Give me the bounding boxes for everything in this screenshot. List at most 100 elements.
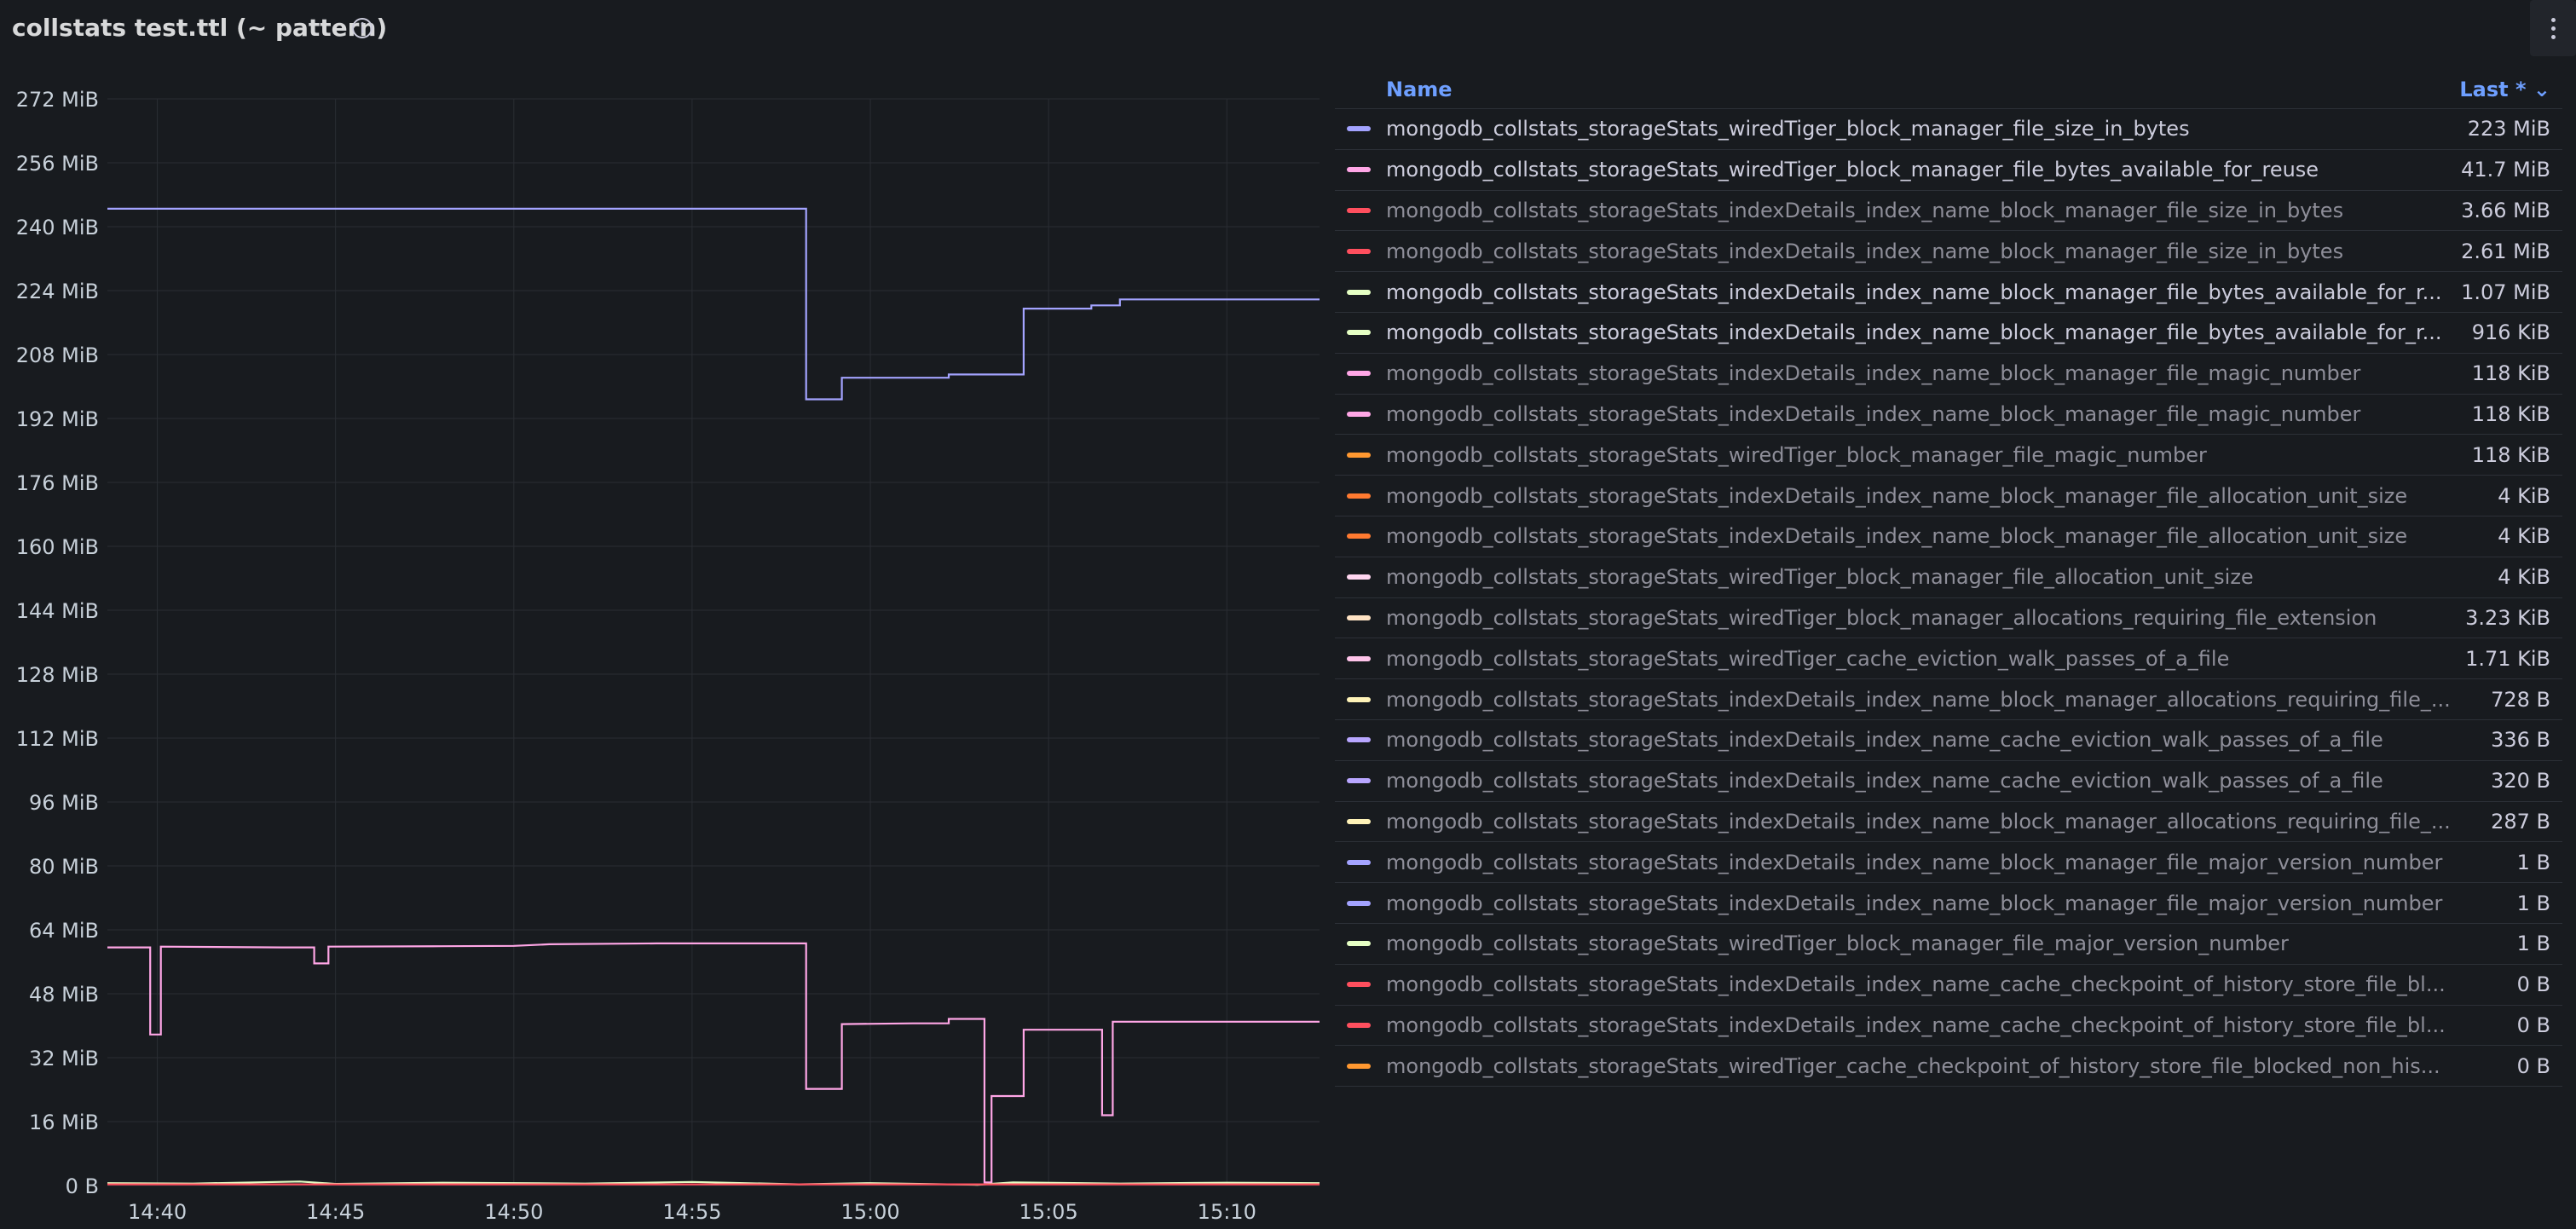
series-color-swatch[interactable] (1347, 778, 1371, 784)
legend-row[interactable]: mongodb_collstats_storageStats_wiredTige… (1335, 598, 2562, 639)
legend-series-name[interactable]: mongodb_collstats_storageStats_indexDeta… (1386, 402, 2469, 426)
legend-series-name[interactable]: mongodb_collstats_storageStats_indexDeta… (1386, 484, 2469, 508)
legend-series-name[interactable]: mongodb_collstats_storageStats_indexDeta… (1386, 280, 2469, 304)
series-color-swatch[interactable] (1347, 1022, 1371, 1028)
legend-series-name[interactable]: mongodb_collstats_storageStats_indexDeta… (1386, 320, 2469, 344)
series-color-swatch[interactable] (1347, 1063, 1371, 1069)
panel-menu-button[interactable] (2530, 0, 2576, 56)
legend-row[interactable]: mongodb_collstats_storageStats_indexDeta… (1335, 272, 2562, 313)
legend-row[interactable]: mongodb_collstats_storageStats_indexDeta… (1335, 313, 2562, 354)
legend-row[interactable]: mongodb_collstats_storageStats_indexDeta… (1335, 1006, 2562, 1047)
legend-last-value: 4 KiB (2498, 565, 2550, 590)
panel-title[interactable]: collstats test.ttl (~ pattern) (12, 10, 387, 46)
legend-series-name[interactable]: mongodb_collstats_storageStats_wiredTige… (1386, 443, 2469, 467)
legend-series-name[interactable]: mongodb_collstats_storageStats_wiredTige… (1386, 565, 2469, 589)
series-color-swatch[interactable] (1347, 493, 1371, 499)
series-color-swatch[interactable] (1347, 900, 1371, 906)
series-color-swatch[interactable] (1347, 574, 1371, 580)
legend-row[interactable]: mongodb_collstats_storageStats_wiredTige… (1335, 557, 2562, 598)
legend-series-name[interactable]: mongodb_collstats_storageStats_indexDeta… (1386, 239, 2469, 263)
legend-series-name[interactable]: mongodb_collstats_storageStats_indexDeta… (1386, 688, 2469, 712)
legend-row[interactable]: mongodb_collstats_storageStats_indexDeta… (1335, 679, 2562, 720)
legend-header-last-sort[interactable]: Last * ⌄ (2459, 78, 2550, 101)
legend-series-name[interactable]: mongodb_collstats_storageStats_wiredTige… (1386, 158, 2469, 182)
series-color-swatch[interactable] (1347, 411, 1371, 417)
legend-series-name[interactable]: mongodb_collstats_storageStats_wiredTige… (1386, 606, 2469, 630)
y-tick-label: 0 B (66, 1174, 99, 1198)
series-color-swatch[interactable] (1347, 207, 1371, 213)
legend-series-name[interactable]: mongodb_collstats_storageStats_indexDeta… (1386, 728, 2469, 752)
legend-series-name[interactable]: mongodb_collstats_storageStats_indexDeta… (1386, 972, 2469, 996)
legend-series-name[interactable]: mongodb_collstats_storageStats_wiredTige… (1386, 647, 2469, 671)
legend-row[interactable]: mongodb_collstats_storageStats_wiredTige… (1335, 109, 2562, 150)
legend-series-name[interactable]: mongodb_collstats_storageStats_indexDeta… (1386, 810, 2469, 834)
legend-last-value: 0 B (2516, 972, 2550, 997)
series-color-swatch[interactable] (1347, 289, 1371, 295)
legend-series-name[interactable]: mongodb_collstats_storageStats_wiredTige… (1386, 932, 2469, 955)
series-color-swatch[interactable] (1347, 614, 1371, 620)
legend-series-name[interactable]: mongodb_collstats_storageStats_indexDeta… (1386, 199, 2469, 222)
legend-row[interactable]: mongodb_collstats_storageStats_wiredTige… (1335, 924, 2562, 965)
series-color-swatch[interactable] (1347, 982, 1371, 988)
legend-row[interactable]: mongodb_collstats_storageStats_indexDeta… (1335, 191, 2562, 232)
y-tick-label: 256 MiB (16, 152, 99, 176)
series-line-1[interactable] (107, 207, 1320, 401)
legend-series-name[interactable]: mongodb_collstats_storageStats_indexDeta… (1386, 361, 2469, 385)
legend-row[interactable]: mongodb_collstats_storageStats_wiredTige… (1335, 638, 2562, 680)
series-color-swatch[interactable] (1347, 818, 1371, 824)
legend-last-value: 3.66 MiB (2461, 198, 2550, 222)
legend-row[interactable]: mongodb_collstats_storageStats_indexDeta… (1335, 516, 2562, 557)
legend-rows: mongodb_collstats_storageStats_wiredTige… (1335, 109, 2562, 1088)
legend-row[interactable]: mongodb_collstats_storageStats_indexDeta… (1335, 965, 2562, 1006)
series-color-swatch[interactable] (1347, 941, 1371, 947)
legend-row[interactable]: mongodb_collstats_storageStats_indexDeta… (1335, 354, 2562, 395)
legend-row[interactable]: mongodb_collstats_storageStats_indexDeta… (1335, 842, 2562, 884)
legend-last-value: 1 B (2516, 850, 2550, 874)
legend-row[interactable]: mongodb_collstats_storageStats_wiredTige… (1335, 150, 2562, 191)
y-tick-label: 48 MiB (29, 983, 99, 1007)
series-color-swatch[interactable] (1347, 452, 1371, 458)
series-color-swatch[interactable] (1347, 167, 1371, 173)
info-circle-icon[interactable] (349, 15, 375, 41)
y-tick-label: 224 MiB (16, 280, 99, 303)
legend-row[interactable]: mongodb_collstats_storageStats_indexDeta… (1335, 476, 2562, 516)
series-color-swatch[interactable] (1347, 737, 1371, 743)
y-tick-label: 112 MiB (16, 727, 99, 751)
legend-last-value: 1.07 MiB (2461, 280, 2550, 304)
series-color-swatch[interactable] (1347, 330, 1371, 336)
x-tick-label: 15:00 (840, 1200, 899, 1224)
series-color-swatch[interactable] (1347, 248, 1371, 254)
legend-series-name[interactable]: mongodb_collstats_storageStats_indexDeta… (1386, 1013, 2469, 1037)
legend-row[interactable]: mongodb_collstats_storageStats_indexDeta… (1335, 761, 2562, 802)
legend-last-value: 2.61 MiB (2461, 239, 2550, 263)
legend-row[interactable]: mongodb_collstats_storageStats_indexDeta… (1335, 883, 2562, 924)
legend-series-name[interactable]: mongodb_collstats_storageStats_indexDeta… (1386, 851, 2469, 874)
x-tick-label: 15:05 (1019, 1200, 1078, 1224)
legend-last-value: 3.23 KiB (2465, 605, 2550, 630)
series-color-swatch[interactable] (1347, 534, 1371, 539)
series-color-swatch[interactable] (1347, 696, 1371, 702)
series-color-swatch[interactable] (1347, 371, 1371, 377)
legend-row[interactable]: mongodb_collstats_storageStats_indexDeta… (1335, 720, 2562, 761)
legend-row[interactable]: mongodb_collstats_storageStats_indexDeta… (1335, 802, 2562, 843)
y-tick-label: 160 MiB (16, 535, 99, 559)
series-color-swatch[interactable] (1347, 126, 1371, 132)
legend-series-name[interactable]: mongodb_collstats_storageStats_indexDeta… (1386, 524, 2469, 548)
time-series-chart[interactable]: 272 MiB 256 MiB 240 MiB 224 MiB 208 MiB 192 M… (0, 68, 1330, 1229)
chart-svg[interactable]: 272 MiB 256 MiB 240 MiB 224 MiB 208 MiB 192 M… (0, 68, 1330, 1229)
series-line-2[interactable] (107, 942, 1320, 1184)
legend-series-name[interactable]: mongodb_collstats_storageStats_wiredTige… (1386, 1054, 2469, 1078)
vertical-ellipsis-icon (2550, 17, 2556, 22)
legend-row[interactable]: mongodb_collstats_storageStats_wiredTige… (1335, 1046, 2562, 1088)
legend-row[interactable]: mongodb_collstats_storageStats_indexDeta… (1335, 395, 2562, 436)
legend-series-name[interactable]: mongodb_collstats_storageStats_indexDeta… (1386, 891, 2469, 915)
legend-row[interactable]: mongodb_collstats_storageStats_indexDeta… (1335, 231, 2562, 273)
legend-series-name[interactable]: mongodb_collstats_storageStats_wiredTige… (1386, 117, 2469, 141)
legend-last-value: 1 B (2516, 932, 2550, 956)
legend-header-name[interactable]: Name (1386, 78, 1453, 101)
legend-row[interactable]: mongodb_collstats_storageStats_wiredTige… (1335, 435, 2562, 476)
y-tick-label: 80 MiB (29, 855, 99, 879)
series-color-swatch[interactable] (1347, 655, 1371, 661)
series-color-swatch[interactable] (1347, 859, 1371, 865)
legend-series-name[interactable]: mongodb_collstats_storageStats_indexDeta… (1386, 769, 2469, 793)
